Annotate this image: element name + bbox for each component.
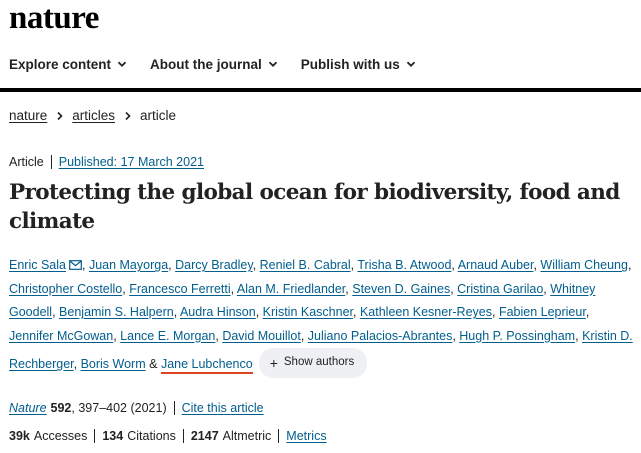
chevron-down-icon <box>117 61 127 67</box>
article-type: Article <box>9 155 44 169</box>
author-link[interactable]: Benjamin S. Halpern <box>59 305 174 319</box>
header-divider <box>0 88 641 92</box>
published-date-link[interactable]: Published: 17 March 2021 <box>59 155 204 169</box>
author-link[interactable]: Hugh P. Possingham <box>459 329 575 343</box>
mail-icon[interactable] <box>69 260 82 270</box>
accesses-label: Accesses <box>33 429 88 443</box>
author-link[interactable]: William Cheung <box>540 258 628 272</box>
nav-item-label: Explore content <box>9 56 112 72</box>
nav-about-journal[interactable]: About the journal <box>150 55 278 73</box>
author-link-last[interactable]: Jane Lubchenco <box>160 356 253 374</box>
author-link[interactable]: Enric Sala <box>9 258 66 272</box>
divider <box>278 429 280 443</box>
nav-explore-content[interactable]: Explore content <box>9 55 127 73</box>
metrics-link[interactable]: Metrics <box>286 429 326 443</box>
show-authors-button[interactable]: + Show authors <box>258 348 368 378</box>
citations-label: Citations <box>127 429 176 443</box>
nav-publish-with-us[interactable]: Publish with us <box>301 55 416 73</box>
article-metrics: 39k Accesses 134 Citations 2147 Altmetri… <box>9 429 327 443</box>
author-link[interactable]: Audra Hinson <box>180 305 256 319</box>
nature-logo[interactable]: nature <box>9 0 99 36</box>
author-link[interactable]: Fabien Leprieur <box>499 305 586 319</box>
author-link[interactable]: Jennifer McGowan <box>9 329 113 343</box>
nav-item-label: Publish with us <box>300 56 400 72</box>
author-link[interactable]: Steven D. Gaines <box>352 282 450 296</box>
plus-icon: + <box>269 354 278 371</box>
breadcrumb-link-articles[interactable]: articles <box>72 108 115 123</box>
nav-item-label: About the journal <box>150 56 262 72</box>
chevron-down-icon <box>406 61 415 67</box>
chevron-right-icon <box>125 111 131 120</box>
divider <box>94 429 96 443</box>
show-authors-label: Show authors <box>283 356 355 368</box>
author-link[interactable]: Darcy Bradley <box>175 258 253 272</box>
divider <box>173 401 175 415</box>
altmetric-label: Altmetric <box>222 429 272 443</box>
author-link[interactable]: Boris Worm <box>81 357 146 371</box>
author-link[interactable]: David Mouillot <box>222 329 301 343</box>
breadcrumb-link-nature[interactable]: nature <box>9 108 47 123</box>
author-link[interactable]: Juliano Palacios-Abrantes <box>308 329 453 343</box>
pages-year: , 397–402 (2021) <box>71 401 167 415</box>
author-link[interactable]: Kathleen Kesner-Reyes <box>360 305 492 319</box>
author-link[interactable]: Trisha B. Atwood <box>357 258 451 272</box>
author-link[interactable]: Arnaud Auber <box>458 258 534 272</box>
author-link[interactable]: Cristina Garilao <box>457 282 543 296</box>
breadcrumb: nature articles article <box>9 108 176 123</box>
article-meta: Article Published: 17 March 2021 <box>9 155 204 169</box>
author-link[interactable]: Alan M. Friedlander <box>237 282 345 296</box>
author-link[interactable]: Kristin Kaschner <box>263 305 353 319</box>
breadcrumb-current: article <box>140 108 177 123</box>
author-list: Enric Sala, Juan Mayorga, Darcy Bradley,… <box>9 254 634 378</box>
author-link[interactable]: Lance E. Morgan <box>120 329 215 343</box>
citation-line: Nature 592 , 397–402 (2021) Cite this ar… <box>9 401 264 415</box>
journal-link[interactable]: Nature <box>9 401 47 415</box>
author-link[interactable]: Christopher Costello <box>9 282 122 296</box>
author-link[interactable]: Francesco Ferretti <box>129 282 230 296</box>
divider <box>182 429 184 443</box>
author-link[interactable]: Reniel B. Cabral <box>260 258 351 272</box>
citations-count: 134 <box>102 429 124 443</box>
chevron-right-icon <box>57 111 63 120</box>
accesses-count: 39k <box>9 429 30 443</box>
divider <box>50 155 52 169</box>
main-nav: Explore content About the journal Publis… <box>9 55 439 73</box>
ampersand: & <box>149 356 158 371</box>
altmetric-score: 2147 <box>190 429 219 443</box>
article-title: Protecting the global ocean for biodiver… <box>9 180 620 234</box>
cite-this-article-link[interactable]: Cite this article <box>182 401 264 415</box>
author-link[interactable]: Juan Mayorga <box>89 258 168 272</box>
chevron-down-icon <box>268 61 277 67</box>
volume-number: 592 <box>50 401 72 415</box>
